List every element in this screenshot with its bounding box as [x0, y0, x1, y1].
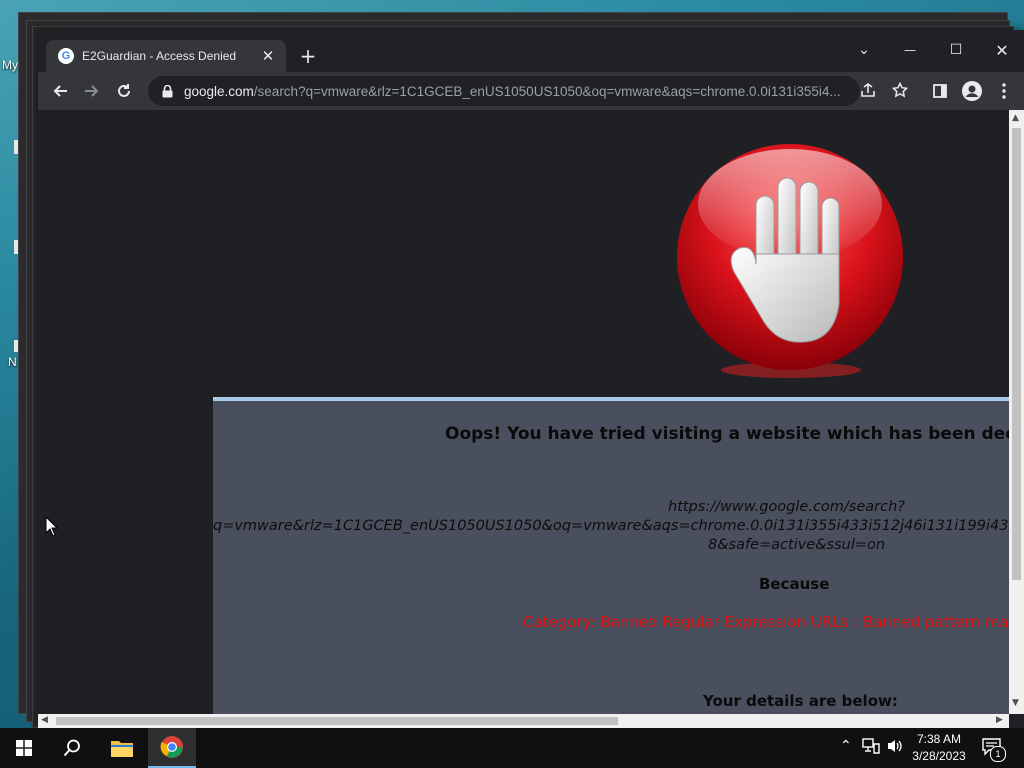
title-bar[interactable]: G E2Guardian - Access Denied ✕ + ⌄ — ☐ ✕	[38, 30, 1024, 72]
desktop-icon-label[interactable]: N	[8, 355, 17, 369]
desktop-icon-label[interactable]: My	[2, 58, 18, 72]
system-clock[interactable]: 7:38 AM 3/28/2023	[904, 731, 974, 765]
share-icon[interactable]	[858, 80, 878, 100]
search-button[interactable]	[48, 728, 96, 768]
close-window-button[interactable]: ✕	[982, 36, 1022, 64]
notification-center-button[interactable]: 1	[982, 738, 1006, 762]
file-explorer-button[interactable]	[98, 728, 146, 768]
folder-icon	[111, 741, 133, 757]
clock-time: 7:38 AM	[916, 732, 962, 746]
bookmark-star-icon[interactable]	[890, 80, 910, 100]
menu-kebab-icon[interactable]	[990, 77, 1018, 105]
browser-window: G E2Guardian - Access Denied ✕ + ⌄ — ☐ ✕…	[38, 30, 1024, 728]
url-text[interactable]: google.com/search?q=vmware&rlz=1C1GCEB_e…	[184, 84, 854, 99]
mouse-cursor-icon	[45, 516, 59, 537]
reload-button[interactable]	[110, 77, 138, 105]
block-category-text: Category: Banned Regular Expression URLs…	[523, 613, 1009, 631]
maximize-button[interactable]: ☐	[936, 36, 976, 64]
blocked-url-line: 8&safe=active&ssul=on	[708, 537, 886, 553]
lock-icon[interactable]	[160, 84, 174, 98]
horizontal-scrollbar[interactable]: ◀ ▶	[38, 714, 1009, 728]
scroll-right-arrow-icon[interactable]: ▶	[996, 715, 1003, 725]
reload-icon	[118, 84, 130, 97]
volume-icon[interactable]	[886, 738, 904, 754]
tab-search-button[interactable]: ⌄	[844, 36, 884, 64]
address-bar[interactable]: google.com/search?q=vmware&rlz=1C1GCEB_e…	[148, 76, 860, 106]
browser-toolbar: google.com/search?q=vmware&rlz=1C1GCEB_e…	[38, 72, 1024, 110]
google-favicon-icon: G	[58, 48, 74, 64]
stop-hand-icon	[677, 144, 903, 378]
notification-badge: 1	[990, 746, 1006, 762]
page-viewport: Oops! You have tried visiting a website …	[38, 110, 1009, 714]
url-host: google.com	[184, 83, 254, 99]
details-label: Your details are below:	[703, 692, 898, 710]
search-icon	[63, 739, 80, 757]
new-tab-button[interactable]: +	[296, 44, 320, 68]
chrome-taskbar-button[interactable]	[148, 728, 196, 768]
side-panel-icon[interactable]	[926, 77, 954, 105]
because-label: Because	[759, 575, 830, 593]
scroll-left-arrow-icon[interactable]: ◀	[41, 715, 48, 725]
network-icon[interactable]	[862, 738, 880, 754]
tab-title: E2Guardian - Access Denied	[82, 49, 237, 63]
tab-e2guardian[interactable]: G E2Guardian - Access Denied ✕	[46, 40, 286, 72]
start-button[interactable]	[0, 728, 48, 768]
url-path: /search?q=vmware&rlz=1C1GCEB_enUS1050US1…	[253, 83, 841, 99]
vertical-scroll-thumb[interactable]	[1012, 128, 1021, 580]
windows-logo-icon	[16, 740, 32, 756]
denied-message-title: Oops! You have tried visiting a website …	[445, 424, 1009, 444]
show-hidden-icons-chevron-icon[interactable]: ⌃	[840, 738, 852, 754]
tab-close-icon[interactable]: ✕	[258, 46, 278, 66]
chrome-logo-icon	[160, 736, 183, 758]
forward-arrow-icon	[85, 85, 99, 97]
taskbar: ⌃ 7:38 AM 3/28/2023 1	[0, 728, 1024, 768]
back-button[interactable]	[46, 77, 74, 105]
access-denied-panel: Oops! You have tried visiting a website …	[213, 397, 1009, 714]
vertical-scrollbar[interactable]: ▲ ▼	[1009, 110, 1024, 714]
scroll-up-arrow-icon[interactable]: ▲	[1012, 113, 1019, 123]
forward-button[interactable]	[78, 77, 106, 105]
profile-avatar-icon[interactable]	[958, 77, 986, 105]
back-arrow-icon	[53, 85, 67, 97]
blocked-url-line: q=vmware&rlz=1C1GCEB_enUS1050US1050&oq=v…	[213, 518, 1009, 534]
scroll-down-arrow-icon[interactable]: ▼	[1012, 698, 1019, 708]
horizontal-scroll-thumb[interactable]	[56, 717, 618, 725]
minimize-button[interactable]: —	[890, 36, 930, 64]
blocked-url-line: https://www.google.com/search?	[668, 499, 905, 515]
clock-date: 3/28/2023	[912, 749, 966, 763]
